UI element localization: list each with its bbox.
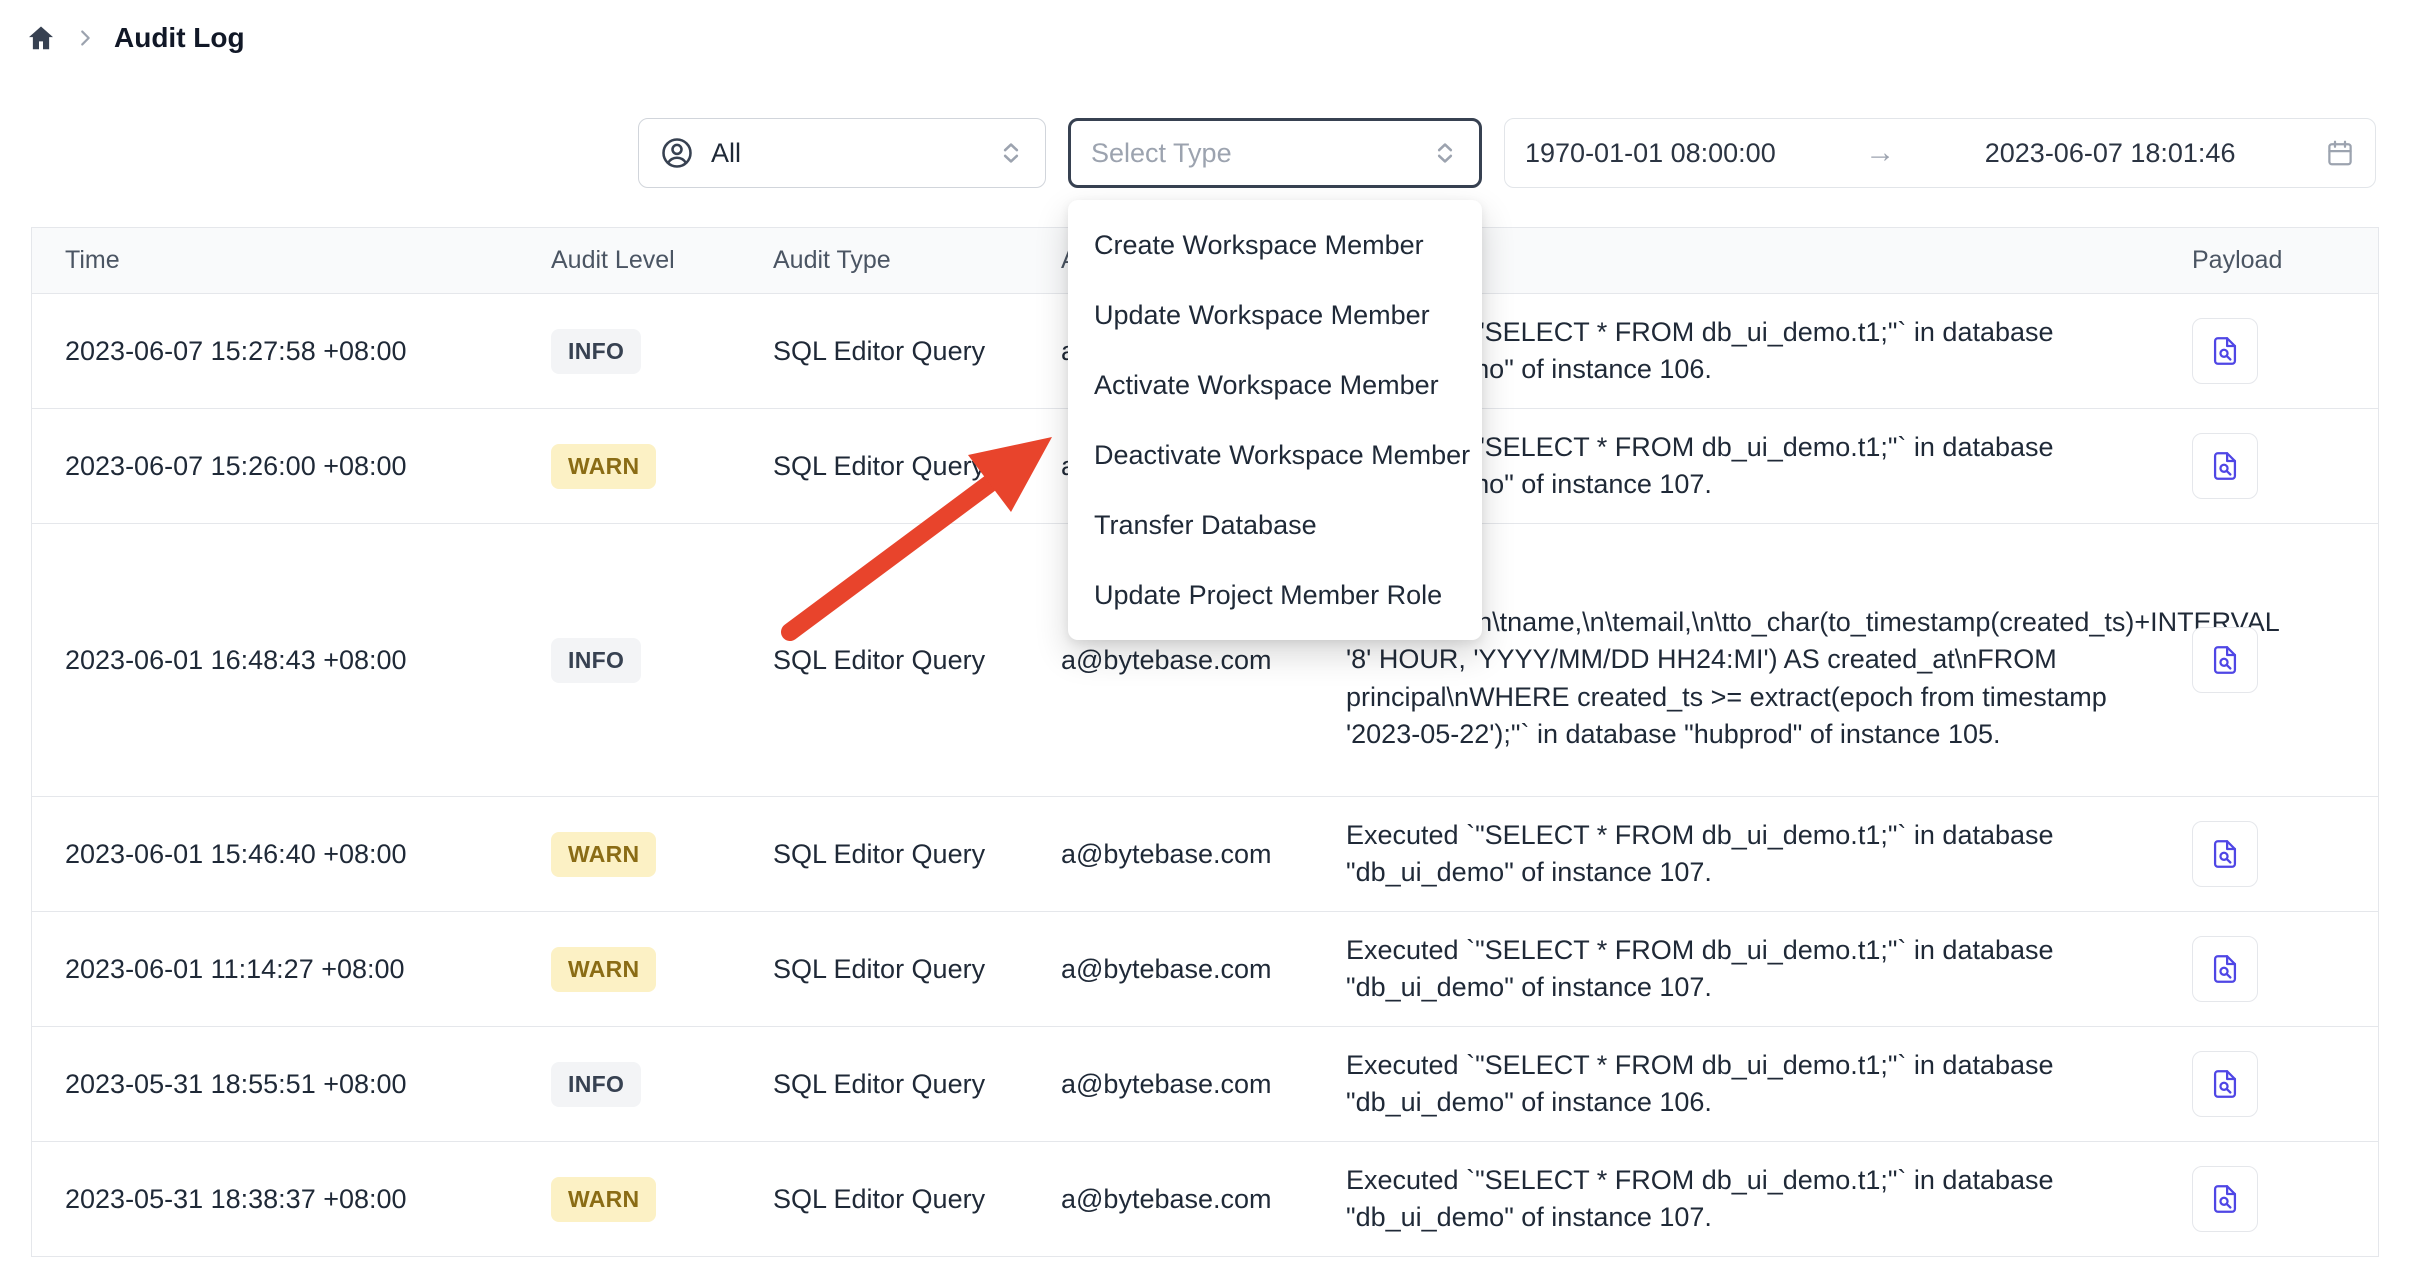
home-icon[interactable] — [26, 23, 56, 53]
payload-button[interactable] — [2192, 433, 2258, 499]
cell-time: 2023-06-01 16:48:43 +08:00 — [32, 645, 551, 676]
audit-level-badge: WARN — [551, 444, 656, 489]
column-header-payload: Payload — [2160, 246, 2378, 275]
payload-button[interactable] — [2192, 318, 2258, 384]
column-header-audit-level: Audit Level — [551, 246, 773, 275]
cell-comment: Executed `"SELECT * FROM db_ui_demo.t1;"… — [1346, 1162, 2160, 1237]
date-range-start: 1970-01-01 08:00:00 — [1525, 138, 1776, 169]
document-search-icon — [2208, 952, 2242, 986]
cell-audit-type: SQL Editor Query — [773, 645, 1061, 676]
audit-level-badge: INFO — [551, 1062, 641, 1107]
payload-button[interactable] — [2192, 627, 2258, 693]
audit-level-badge: WARN — [551, 1177, 656, 1222]
cell-time: 2023-05-31 18:38:37 +08:00 — [32, 1184, 551, 1215]
cell-actor: a@bytebase.com — [1061, 954, 1346, 985]
cell-audit-type: SQL Editor Query — [773, 336, 1061, 367]
cell-time: 2023-06-01 11:14:27 +08:00 — [32, 954, 551, 985]
document-search-icon — [2208, 449, 2242, 483]
column-header-time: Time — [32, 246, 551, 275]
arrow-right-icon: → — [1865, 136, 1895, 170]
chevron-up-down-icon — [1431, 139, 1459, 167]
date-range-end: 2023-06-07 18:01:46 — [1985, 138, 2236, 169]
payload-button[interactable] — [2192, 821, 2258, 887]
cell-actor: a@bytebase.com — [1061, 1184, 1346, 1215]
chevron-up-down-icon — [997, 139, 1025, 167]
table-row: 2023-06-01 15:46:40 +08:00 WARN SQL Edit… — [32, 797, 2378, 912]
breadcrumb: Audit Log — [26, 22, 245, 54]
audit-type-select[interactable]: Select Type — [1068, 118, 1482, 188]
actor-filter-select[interactable]: All — [638, 118, 1046, 188]
document-search-icon — [2208, 1182, 2242, 1216]
table-row: 2023-05-31 18:38:37 +08:00 WARN SQL Edit… — [32, 1142, 2378, 1257]
cell-time: 2023-06-01 15:46:40 +08:00 — [32, 839, 551, 870]
payload-button[interactable] — [2192, 1166, 2258, 1232]
payload-button[interactable] — [2192, 936, 2258, 1002]
audit-level-badge: WARN — [551, 947, 656, 992]
chevron-right-icon — [74, 27, 96, 49]
cell-time: 2023-06-07 15:27:58 +08:00 — [32, 336, 551, 367]
cell-audit-type: SQL Editor Query — [773, 839, 1061, 870]
cell-comment: Executed `"SELECT * FROM db_ui_demo.t1;"… — [1346, 817, 2160, 892]
dropdown-item[interactable]: Deactivate Workspace Member — [1068, 420, 1482, 490]
payload-button[interactable] — [2192, 1051, 2258, 1117]
audit-type-dropdown: Create Workspace Member Update Workspace… — [1068, 200, 1482, 640]
cell-actor: a@bytebase.com — [1061, 1069, 1346, 1100]
cell-time: 2023-06-07 15:26:00 +08:00 — [32, 451, 551, 482]
cell-comment: Executed `"SELECT * FROM db_ui_demo.t1;"… — [1346, 1047, 2160, 1122]
table-row: 2023-06-01 11:14:27 +08:00 WARN SQL Edit… — [32, 912, 2378, 1027]
column-header-audit-type: Audit Type — [773, 246, 1061, 275]
calendar-icon — [2325, 138, 2355, 168]
cell-actor: a@bytebase.com — [1061, 645, 1346, 676]
cell-time: 2023-05-31 18:55:51 +08:00 — [32, 1069, 551, 1100]
audit-level-badge: INFO — [551, 638, 641, 683]
dropdown-item[interactable]: Activate Workspace Member — [1068, 350, 1482, 420]
page-title: Audit Log — [114, 22, 245, 54]
user-circle-icon — [659, 135, 695, 171]
dropdown-item[interactable]: Update Project Member Role — [1068, 560, 1482, 630]
cell-audit-type: SQL Editor Query — [773, 1069, 1061, 1100]
cell-audit-type: SQL Editor Query — [773, 954, 1061, 985]
table-row: 2023-05-31 18:55:51 +08:00 INFO SQL Edit… — [32, 1027, 2378, 1142]
filter-bar: All Select Type 1970-01-01 08:00:00 → 20… — [638, 118, 2376, 188]
cell-audit-type: SQL Editor Query — [773, 1184, 1061, 1215]
document-search-icon — [2208, 643, 2242, 677]
date-range-picker[interactable]: 1970-01-01 08:00:00 → 2023-06-07 18:01:4… — [1504, 118, 2376, 188]
document-search-icon — [2208, 1067, 2242, 1101]
document-search-icon — [2208, 334, 2242, 368]
actor-filter-value: All — [711, 138, 741, 169]
cell-comment: Executed `"SELECT * FROM db_ui_demo.t1;"… — [1346, 932, 2160, 1007]
dropdown-item[interactable]: Create Workspace Member — [1068, 210, 1482, 280]
dropdown-item[interactable]: Transfer Database — [1068, 490, 1482, 560]
dropdown-item[interactable]: Update Workspace Member — [1068, 280, 1482, 350]
audit-level-badge: INFO — [551, 329, 641, 374]
audit-type-placeholder: Select Type — [1091, 138, 1232, 169]
cell-actor: a@bytebase.com — [1061, 839, 1346, 870]
cell-audit-type: SQL Editor Query — [773, 451, 1061, 482]
document-search-icon — [2208, 837, 2242, 871]
audit-level-badge: WARN — [551, 832, 656, 877]
